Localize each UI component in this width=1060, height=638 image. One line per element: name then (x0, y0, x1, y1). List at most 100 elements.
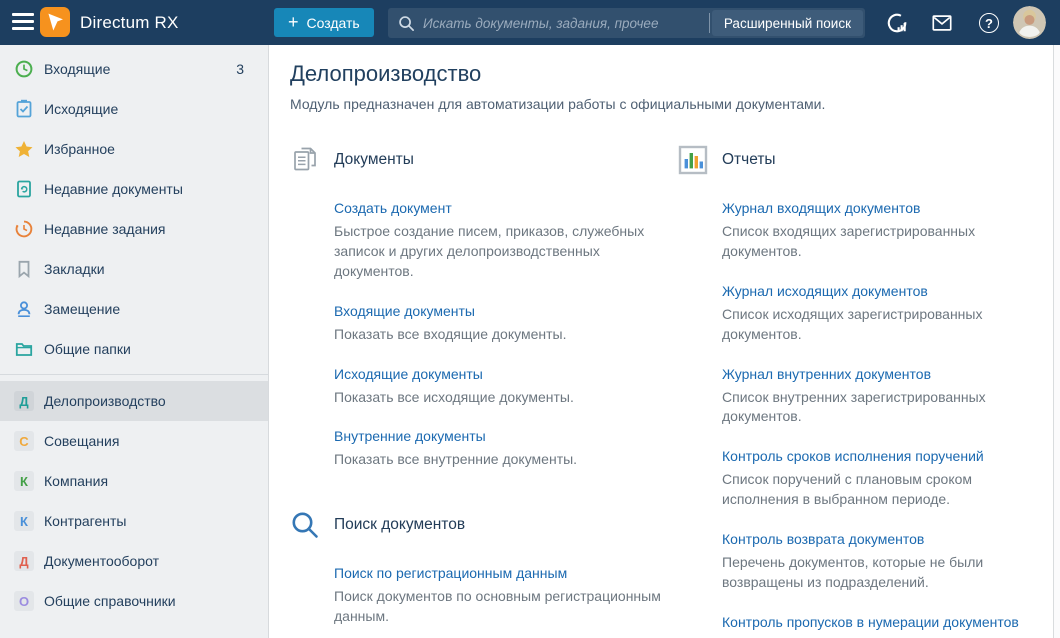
search-icon (290, 510, 320, 540)
link-block-incoming-journal: Журнал входящих документов Список входящ… (722, 200, 1058, 262)
link-block-deadline-control: Контроль сроков исполнения поручений Спи… (722, 448, 1058, 510)
create-button-label: Создать (307, 15, 360, 31)
sidebar-module-meetings[interactable]: С Совещания (0, 421, 268, 461)
link-description: Список внутренних зарегистрированных док… (722, 388, 1040, 428)
main-content: Делопроизводство Модуль предназначен для… (270, 45, 1060, 638)
link-description: Список поручений с плановым сроком испол… (722, 470, 1040, 510)
sidebar-item-label: Документооборот (44, 553, 244, 569)
left-column: Документы Создать документ Быстрое созда… (290, 145, 670, 638)
page-subtitle: Модуль предназначен для автоматизации ра… (290, 96, 1040, 112)
search-input[interactable] (415, 8, 709, 38)
link-block-outgoing-documents: Исходящие документы Показать все исходящ… (334, 366, 670, 408)
sidebar-item-label: Контрагенты (44, 513, 244, 529)
outgoing-documents-journal-link[interactable]: Журнал исходящих документов (722, 283, 928, 299)
sidebar-item-recent-documents[interactable]: Недавние документы (0, 169, 268, 209)
link-description: Показать все входящие документы. (334, 325, 664, 345)
module-letter-icon: К (14, 471, 34, 491)
create-document-link[interactable]: Создать документ (334, 200, 452, 216)
internal-documents-journal-link[interactable]: Журнал внутренних документов (722, 366, 931, 382)
document-return-control-link[interactable]: Контроль возврата документов (722, 531, 924, 547)
sidebar-item-substitution[interactable]: Замещение (0, 289, 268, 329)
advanced-search-button[interactable]: Расширенный поиск (712, 10, 863, 36)
page-title: Делопроизводство (290, 61, 1040, 87)
sidebar-item-favorites[interactable]: Избранное (0, 129, 268, 169)
link-description: Поиск документов по основным регистрацио… (334, 587, 664, 627)
unread-count-badge: 3 (236, 61, 244, 77)
link-block-incoming-documents: Входящие документы Показать все входящие… (334, 303, 670, 345)
vertical-scrollbar[interactable] (1053, 45, 1060, 638)
global-search-bar: Расширенный поиск (388, 8, 865, 38)
internal-documents-link[interactable]: Внутренние документы (334, 428, 486, 444)
recent-document-icon (14, 179, 34, 199)
help-icon[interactable]: ? (978, 12, 1000, 34)
link-description: Перечень документов, которые не были воз… (722, 553, 1040, 593)
module-letter-icon: Д (14, 391, 34, 411)
mail-icon[interactable] (931, 12, 953, 34)
link-description: Показать все внутренние документы. (334, 450, 664, 470)
sidebar-item-label: Входящие (44, 61, 236, 77)
inbox-clock-icon (14, 59, 34, 79)
sidebar-item-inbox[interactable]: Входящие 3 (0, 49, 268, 89)
search-icon (398, 15, 415, 32)
module-letter-icon: О (14, 591, 34, 611)
top-bar: Directum RX + Создать Расширенный поиск (0, 0, 1060, 45)
link-block-registration-search: Поиск по регистрационным данным Поиск до… (334, 565, 670, 627)
section-title: Документы (334, 151, 414, 169)
assignment-deadline-control-link[interactable]: Контроль сроков исполнения поручений (722, 448, 984, 464)
sidebar-item-recent-tasks[interactable]: Недавние задания (0, 209, 268, 249)
incoming-documents-link[interactable]: Входящие документы (334, 303, 475, 319)
bookmark-icon (14, 259, 34, 279)
clipboard-check-icon (14, 99, 34, 119)
link-block-internal-documents: Внутренние документы Показать все внутре… (334, 428, 670, 470)
search-separator (709, 13, 710, 33)
registration-data-search-link[interactable]: Поиск по регистрационным данным (334, 565, 567, 581)
menu-icon[interactable] (12, 13, 34, 32)
section-reports: Отчеты Журнал входящих документов Список… (678, 145, 1058, 638)
app-title: Directum RX (80, 0, 179, 45)
sidebar-module-document-flow[interactable]: Д Документооборот (0, 541, 268, 581)
performance-icon[interactable] (886, 12, 908, 34)
sidebar-module-shared-directories[interactable]: О Общие справочники (0, 581, 268, 621)
sidebar-item-label: Исходящие (44, 101, 244, 117)
folder-icon (14, 339, 34, 359)
link-block-outgoing-journal: Журнал исходящих документов Список исход… (722, 283, 1058, 345)
section-document-search: Поиск документов Поиск по регистрационны… (290, 510, 670, 638)
sidebar-module-records-management[interactable]: Д Делопроизводство (0, 381, 268, 421)
sidebar-divider (0, 374, 268, 375)
sidebar-item-label: Совещания (44, 433, 244, 449)
recent-tasks-icon (14, 219, 34, 239)
sidebar-item-outbox[interactable]: Исходящие (0, 89, 268, 129)
link-block-numbering-gaps-control: Контроль пропусков в нумерации документо… (722, 614, 1058, 638)
link-description: Показать все исходящие документы. (334, 388, 664, 408)
module-letter-icon: С (14, 431, 34, 451)
sidebar-item-label: Недавние документы (44, 181, 244, 197)
reports-icon (678, 145, 708, 175)
link-block-internal-journal: Журнал внутренних документов Список внут… (722, 366, 1058, 428)
create-button[interactable]: + Создать (274, 8, 374, 37)
section-documents: Документы Создать документ Быстрое созда… (290, 145, 670, 470)
section-title: Отчеты (722, 151, 776, 169)
link-description: Список исходящих зарегистрированных доку… (722, 305, 1040, 345)
sidebar-item-label: Недавние задания (44, 221, 244, 237)
incoming-documents-journal-link[interactable]: Журнал входящих документов (722, 200, 920, 216)
sidebar-item-label: Компания (44, 473, 244, 489)
sidebar-item-label: Общие справочники (44, 593, 244, 609)
sidebar-item-label: Замещение (44, 301, 244, 317)
sidebar-item-label: Закладки (44, 261, 244, 277)
sidebar-item-label: Избранное (44, 141, 244, 157)
avatar[interactable] (1013, 6, 1046, 39)
sidebar-module-company[interactable]: К Компания (0, 461, 268, 501)
outgoing-documents-link[interactable]: Исходящие документы (334, 366, 483, 382)
sidebar-item-bookmarks[interactable]: Закладки (0, 249, 268, 289)
right-column: Отчеты Журнал входящих документов Список… (678, 145, 1058, 638)
link-description: Быстрое создание писем, приказов, служеб… (334, 222, 664, 282)
directum-rx-app: Directum RX + Создать Расширенный поиск (0, 0, 1060, 638)
numbering-gaps-control-link[interactable]: Контроль пропусков в нумерации документо… (722, 614, 1019, 630)
module-letter-icon: Д (14, 551, 34, 571)
sidebar-item-shared-folders[interactable]: Общие папки (0, 329, 268, 369)
sidebar-module-counterparties[interactable]: К Контрагенты (0, 501, 268, 541)
sidebar-item-label: Делопроизводство (44, 393, 244, 409)
sidebar-item-label: Общие папки (44, 341, 244, 357)
plus-icon: + (288, 13, 299, 31)
star-icon (14, 139, 34, 159)
